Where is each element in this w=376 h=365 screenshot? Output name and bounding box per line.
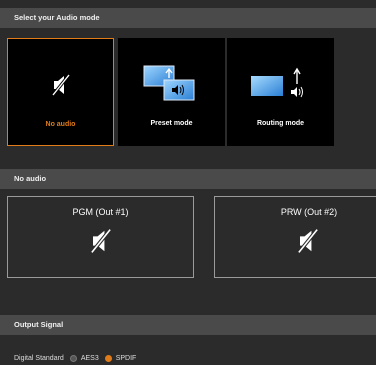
radio-label-aes3[interactable]: AES3: [81, 355, 99, 362]
mode-label-routing: Routing mode: [256, 120, 305, 127]
mode-card-preset[interactable]: Preset mode: [118, 38, 225, 146]
output-label-prw: PRW (Out #2): [280, 207, 338, 217]
audio-mode-header: Select your Audio mode: [0, 8, 376, 28]
output-card-prw[interactable]: PRW (Out #2): [214, 196, 376, 278]
mode-label-no-audio: No audio: [45, 121, 76, 128]
mode-card-no-audio[interactable]: No audio: [7, 38, 114, 146]
output-signal-header: Output Signal: [0, 315, 376, 335]
preset-screens-icon: [143, 65, 195, 101]
no-audio-header: No audio: [0, 169, 376, 189]
mode-label-preset: Preset mode: [150, 120, 193, 127]
output-label-pgm: PGM (Out #1): [72, 207, 129, 217]
routing-screen-icon: [251, 67, 303, 98]
radio-label-spdif[interactable]: SPDIF: [116, 355, 137, 362]
mute-speaker-icon: [51, 74, 71, 96]
mode-card-routing[interactable]: Routing mode: [227, 38, 334, 146]
output-card-pgm[interactable]: PGM (Out #1): [7, 196, 194, 278]
digital-standard-label: Digital Standard: [14, 354, 64, 362]
radio-spdif[interactable]: [104, 354, 112, 362]
radio-aes3[interactable]: [69, 354, 77, 362]
mute-speaker-icon: [90, 228, 112, 254]
mute-speaker-icon: [297, 228, 319, 254]
digital-standard-row: Digital Standard AES3 SPDIF: [14, 353, 136, 363]
